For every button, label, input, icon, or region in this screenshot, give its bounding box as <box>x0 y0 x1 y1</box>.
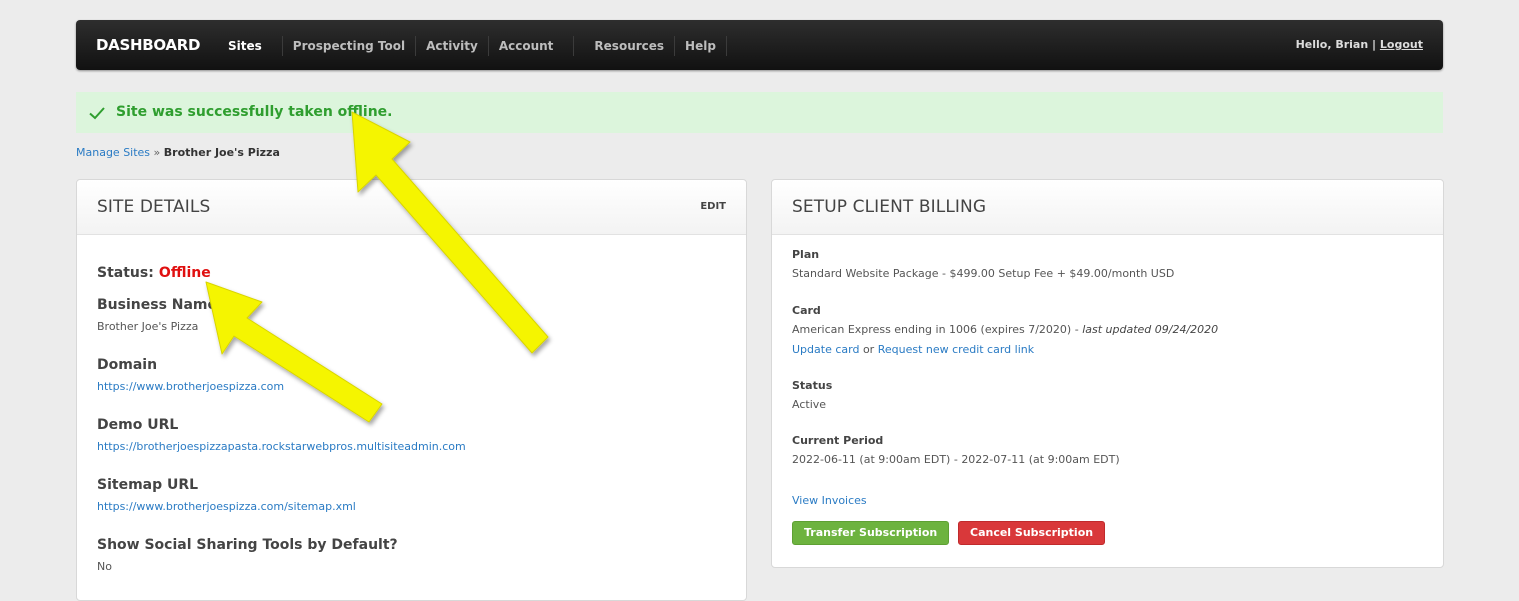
social-sharing-label: Show Social Sharing Tools by Default? <box>97 537 398 553</box>
site-details-header: SITE DETAILS EDIT <box>77 180 746 235</box>
client-billing-header: SETUP CLIENT BILLING <box>772 180 1443 235</box>
breadcrumb-separator: » <box>153 146 161 159</box>
social-sharing-field: Show Social Sharing Tools by Default? No <box>97 537 398 573</box>
sitemap-url-label: Sitemap URL <box>97 477 199 493</box>
sitemap-url-field: Sitemap URL https://www.brotherjoespizza… <box>97 477 356 513</box>
billing-status-value: Active <box>792 398 827 411</box>
nav-menu: Sites Prospecting Tool Activity Account … <box>216 36 727 56</box>
nav-item-help[interactable]: Help <box>675 36 727 56</box>
client-billing-panel: SETUP CLIENT BILLING Plan Standard Websi… <box>771 179 1444 568</box>
top-navbar: DASHBOARD Sites Prospecting Tool Activit… <box>76 20 1443 70</box>
status-label: Status: <box>97 265 154 281</box>
current-period-value: 2022-06-11 (at 9:00am EDT) - 2022-07-11 … <box>792 453 1120 466</box>
status-value: Offline <box>158 265 211 281</box>
site-details-title: SITE DETAILS <box>97 197 211 217</box>
card-value: American Express ending in 1006 (expires… <box>792 323 1079 336</box>
domain-label: Domain <box>97 357 158 373</box>
breadcrumb: Manage Sites » Brother Joe's Pizza <box>76 146 280 159</box>
update-card-link[interactable]: Update card <box>792 343 859 356</box>
card-label: Card <box>792 304 821 317</box>
request-card-link[interactable]: Request new credit card link <box>878 343 1034 356</box>
demo-url-field: Demo URL https://brotherjoespizzapasta.r… <box>97 417 466 453</box>
view-invoices-row: View Invoices <box>792 488 867 508</box>
edit-link[interactable]: EDIT <box>700 180 726 234</box>
current-period-label: Current Period <box>792 434 884 447</box>
card-field: Card American Express ending in 1006 (ex… <box>792 304 1218 357</box>
domain-field: Domain https://www.brotherjoespizza.com <box>97 357 284 393</box>
status-field: Status: Offline <box>97 262 211 281</box>
business-name-label: Business Name <box>97 297 218 313</box>
plan-value: Standard Website Package - $499.00 Setup… <box>792 267 1175 280</box>
nav-item-account[interactable]: Account <box>489 36 575 56</box>
client-billing-title: SETUP CLIENT BILLING <box>792 197 987 217</box>
nav-item-resources[interactable]: Resources <box>574 36 676 56</box>
nav-item-prospecting-tool[interactable]: Prospecting Tool <box>283 36 417 56</box>
nav-item-activity[interactable]: Activity <box>416 36 489 56</box>
check-icon <box>89 107 105 120</box>
cancel-subscription-button[interactable]: Cancel Subscription <box>958 521 1106 545</box>
greeting-separator: | <box>1372 38 1377 51</box>
breadcrumb-current: Brother Joe's Pizza <box>163 146 280 159</box>
current-period-field: Current Period 2022-06-11 (at 9:00am EDT… <box>792 434 1120 467</box>
social-sharing-value: No <box>97 560 112 573</box>
view-invoices-link[interactable]: View Invoices <box>792 494 867 507</box>
demo-url-link[interactable]: https://brotherjoespizzapasta.rockstarwe… <box>97 440 466 453</box>
nav-item-sites[interactable]: Sites <box>216 36 283 56</box>
billing-status-label: Status <box>792 379 833 392</box>
plan-label: Plan <box>792 248 820 261</box>
demo-url-label: Demo URL <box>97 417 179 433</box>
transfer-subscription-button[interactable]: Transfer Subscription <box>792 521 950 545</box>
alert-message: Site was successfully taken offline. <box>116 104 393 120</box>
greeting-text: Hello, Brian <box>1295 38 1369 51</box>
domain-link[interactable]: https://www.brotherjoespizza.com <box>97 380 284 393</box>
sitemap-url-link[interactable]: https://www.brotherjoespizza.com/sitemap… <box>97 500 356 513</box>
business-name-field: Business Name Brother Joe's Pizza <box>97 297 217 333</box>
site-details-panel: SITE DETAILS EDIT Status: Offline Busine… <box>76 179 747 601</box>
dashboard-brand[interactable]: DASHBOARD <box>96 20 200 70</box>
billing-status-field: Status Active <box>792 379 832 412</box>
breadcrumb-manage-sites-link[interactable]: Manage Sites <box>76 146 150 159</box>
logout-link[interactable]: Logout <box>1380 38 1423 51</box>
plan-field: Plan Standard Website Package - $499.00 … <box>792 248 1174 281</box>
business-name-value: Brother Joe's Pizza <box>97 320 199 333</box>
card-last-updated: last updated 09/24/2020 <box>1082 323 1219 336</box>
success-alert: Site was successfully taken offline. <box>76 92 1443 133</box>
user-greeting: Hello, Brian | Logout <box>1296 20 1423 70</box>
card-or-text: or <box>862 343 875 356</box>
